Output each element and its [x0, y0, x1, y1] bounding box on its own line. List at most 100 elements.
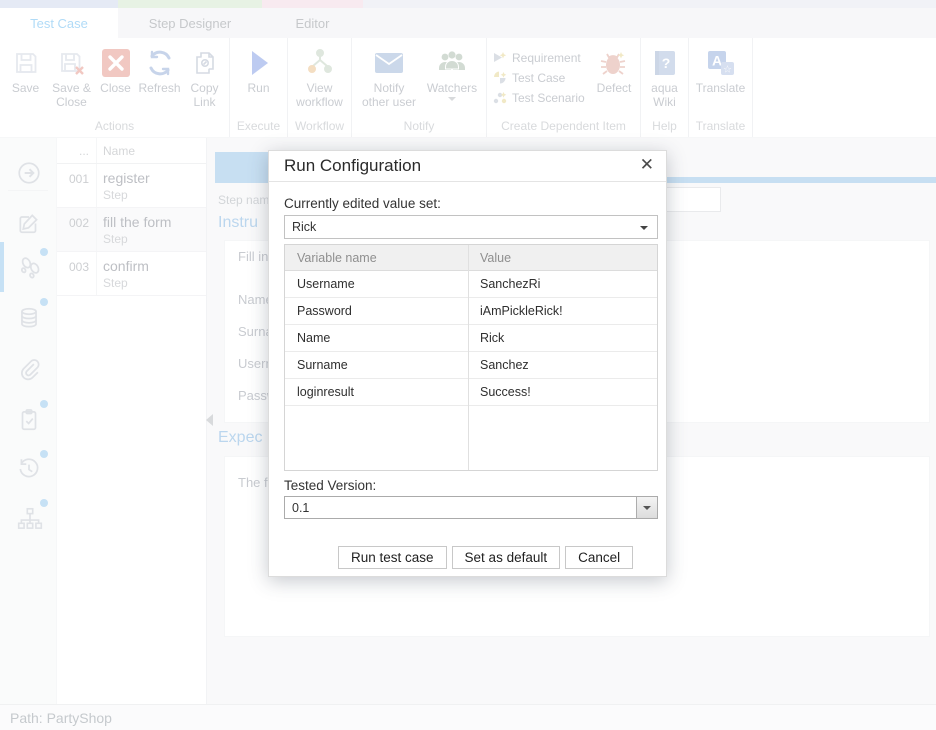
copy-link-icon — [191, 45, 219, 81]
strip-test-case — [0, 0, 118, 8]
envelope-icon — [374, 45, 404, 81]
combobox-dropdown-button[interactable] — [636, 497, 657, 518]
step-name-label: Step nam — [218, 193, 269, 207]
aqua-wiki-button[interactable]: ? aquaWiki — [642, 43, 688, 109]
tested-version-combobox[interactable]: 0.1 — [284, 496, 658, 519]
dialog-buttons: Run test case Set as default Cancel — [338, 546, 633, 569]
ribbon-group-actions: Save Save &Close Close — [0, 38, 230, 137]
tab-step-designer[interactable]: Step Designer — [118, 8, 262, 38]
workflow-icon — [305, 45, 335, 81]
create-test-case-button[interactable]: Test Case — [493, 71, 591, 85]
variables-table: Variable name Value Username SanchezRi P… — [284, 244, 658, 471]
sidebar-item-steps[interactable] — [16, 253, 44, 286]
column-value: Value — [468, 251, 657, 265]
save-button[interactable]: Save — [4, 43, 48, 95]
group-label-help: Help — [641, 119, 688, 133]
step-row-confirm[interactable]: 003 confirm Step — [57, 252, 206, 296]
sidebar-item-attachments[interactable] — [16, 356, 42, 387]
step-list-header: ... Name — [57, 138, 206, 164]
database-icon — [16, 305, 42, 331]
column-header-name: Name — [97, 144, 206, 158]
footsteps-icon — [16, 253, 44, 281]
ribbon-group-help: ? aquaWiki Help — [641, 38, 689, 137]
tested-version-label: Tested Version: — [284, 478, 376, 493]
run-icon — [245, 45, 273, 81]
refresh-button[interactable]: Refresh — [136, 43, 184, 95]
dialog-title: Run Configuration — [284, 156, 421, 176]
clipboard-check-icon — [16, 407, 42, 433]
create-requirement-button[interactable]: Requirement — [493, 51, 591, 65]
step-list: ... Name 001 register Step 002 fill the … — [57, 138, 207, 704]
save-close-icon — [58, 45, 86, 81]
close-button[interactable]: Close — [96, 43, 136, 95]
step-row-register[interactable]: 001 register Step — [57, 164, 206, 208]
status-path: Path: PartyShop — [10, 710, 112, 726]
cancel-button[interactable]: Cancel — [565, 546, 633, 569]
history-icon — [16, 456, 42, 482]
table-row[interactable]: loginresult Success! — [285, 379, 657, 406]
sidebar-item-hierarchy[interactable] — [16, 506, 44, 537]
dialog-header: Run Configuration ✕ — [269, 151, 666, 182]
dropdown-caret-icon — [643, 506, 651, 510]
sidebar-divider — [8, 190, 48, 191]
tested-version-value: 0.1 — [292, 501, 309, 515]
step-row-fill-the-form[interactable]: 002 fill the form Step — [57, 208, 206, 252]
strip-editor — [262, 0, 363, 8]
close-icon — [101, 45, 131, 81]
table-row[interactable]: Username SanchezRi — [285, 271, 657, 298]
group-label-create: Create Dependent Item — [487, 119, 640, 133]
group-label-actions: Actions — [0, 119, 229, 133]
run-button[interactable]: Run — [231, 43, 287, 95]
translate-button[interactable]: A☆ Translate — [690, 43, 752, 95]
svg-text:☆: ☆ — [723, 65, 732, 76]
table-row[interactable]: Surname Sanchez — [285, 352, 657, 379]
active-item-indicator — [0, 242, 4, 292]
chevron-down-icon — [448, 97, 456, 101]
ribbon-group-workflow: Viewworkflow Workflow — [288, 38, 352, 137]
group-label-execute: Execute — [230, 119, 287, 133]
sidebar-item-edit[interactable] — [16, 210, 42, 241]
translate-icon: A☆ — [706, 45, 736, 81]
column-variable-name: Variable name — [285, 251, 468, 265]
test-scenario-icon — [493, 91, 507, 105]
wiki-book-icon: ? — [652, 45, 678, 81]
sidebar-item-checklist[interactable] — [16, 407, 42, 438]
tab-editor-label: Editor — [296, 16, 330, 31]
status-bar: Path: PartyShop — [0, 704, 936, 730]
paperclip-icon — [16, 356, 42, 382]
group-label-workflow: Workflow — [288, 119, 351, 133]
view-workflow-button[interactable]: Viewworkflow — [289, 43, 351, 109]
watchers-button[interactable]: Watchers — [422, 43, 482, 101]
dropdown-caret-icon — [640, 226, 648, 230]
expand-panel-button[interactable] — [16, 160, 42, 191]
table-row[interactable]: Password iAmPickleRick! — [285, 298, 657, 325]
sidebar-item-history[interactable] — [16, 456, 42, 487]
instructions-heading: Instru — [218, 214, 258, 232]
notify-other-user-button[interactable]: Notifyother user — [356, 43, 422, 109]
edit-icon — [16, 210, 42, 236]
value-set-selected: Rick — [292, 220, 316, 234]
ribbon-group-translate: A☆ Translate Translate — [689, 38, 753, 137]
sitemap-icon — [16, 506, 44, 532]
collapse-panel-arrow-icon[interactable] — [206, 414, 213, 426]
ribbon-group-execute: Run Execute — [230, 38, 288, 137]
tab-editor[interactable]: Editor — [262, 8, 363, 38]
create-defect-button[interactable]: Defect — [591, 43, 637, 95]
defect-icon — [599, 45, 629, 81]
expected-results-heading: Expec — [218, 429, 262, 447]
arrow-right-circle-icon — [16, 160, 42, 186]
run-test-case-button[interactable]: Run test case — [338, 546, 447, 569]
create-test-scenario-button[interactable]: Test Scenario — [493, 91, 591, 105]
strip-step-designer — [118, 0, 262, 8]
close-dialog-button[interactable]: ✕ — [640, 155, 654, 175]
table-row[interactable]: Name Rick — [285, 325, 657, 352]
save-and-close-button[interactable]: Save &Close — [48, 43, 96, 109]
group-label-translate: Translate — [689, 119, 752, 133]
tab-test-case[interactable]: Test Case — [0, 8, 118, 38]
group-label-notify: Notify — [352, 119, 486, 133]
copy-link-button[interactable]: CopyLink — [184, 43, 226, 109]
set-as-default-button[interactable]: Set as default — [452, 546, 561, 569]
value-set-label: Currently edited value set: — [284, 196, 441, 211]
value-set-dropdown[interactable]: Rick — [284, 215, 658, 239]
sidebar-item-data[interactable] — [16, 305, 42, 336]
